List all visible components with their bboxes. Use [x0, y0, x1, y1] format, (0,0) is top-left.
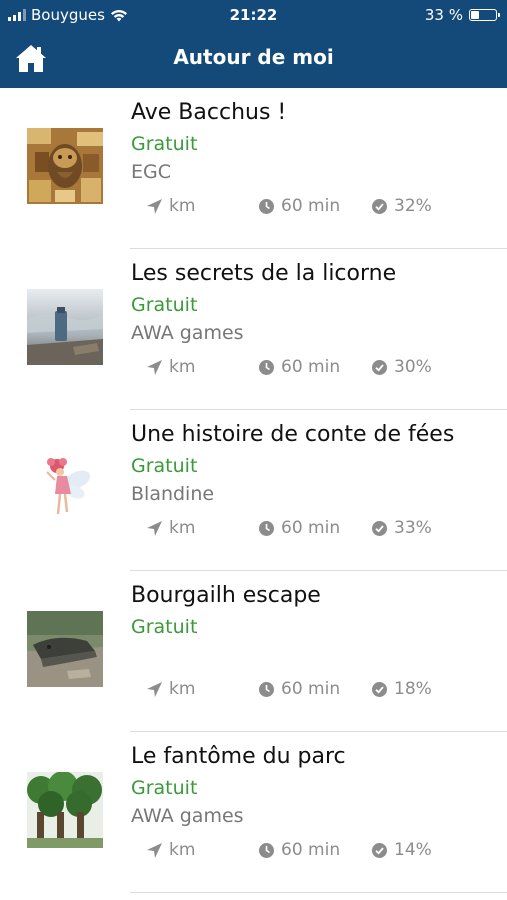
check-circle-icon [372, 520, 387, 536]
duration: 60 min [258, 357, 340, 377]
list-item[interactable]: Les secrets de la licorne Gratuit AWA ga… [0, 249, 507, 410]
game-list: Ave Bacchus ! Gratuit EGC km 60 min 32% [0, 88, 507, 893]
success-rate: 14% [371, 840, 432, 860]
distance-value: km [169, 196, 196, 216]
clock-icon [259, 520, 274, 536]
duration: 60 min [258, 679, 340, 699]
item-title: Les secrets de la licorne [131, 261, 397, 286]
thumbnail-bacchus [27, 128, 103, 204]
distance: km [146, 518, 195, 538]
duration: 60 min [258, 840, 340, 860]
duration: 60 min [258, 518, 340, 538]
thumbnail-fairy [27, 450, 103, 526]
location-arrow-icon [147, 198, 162, 214]
distance-value: km [169, 357, 196, 377]
item-author: EGC [131, 161, 171, 183]
location-arrow-icon [147, 520, 162, 536]
duration-value: 60 min [281, 357, 341, 377]
clock-icon [259, 198, 274, 214]
success-rate: 32% [371, 196, 432, 216]
distance-value: km [169, 840, 196, 860]
percent-value: 14% [394, 840, 432, 860]
item-meta: km 60 min 18% [146, 679, 507, 701]
item-price: Gratuit [131, 777, 198, 799]
item-author: AWA games [131, 805, 244, 827]
item-title: Ave Bacchus ! [131, 100, 287, 125]
percent-value: 32% [394, 196, 432, 216]
battery-group: 33 % [424, 6, 500, 24]
status-bar: Bouygues 21:22 33 % [0, 0, 507, 30]
check-circle-icon [372, 681, 387, 697]
item-author: Blandine [131, 483, 215, 505]
check-circle-icon [372, 359, 387, 375]
location-arrow-icon [147, 359, 162, 375]
percent-value: 18% [394, 679, 432, 699]
item-title: Une histoire de conte de fées [131, 422, 455, 447]
clock-icon [259, 842, 274, 858]
page-title: Autour de moi [173, 45, 334, 69]
distance: km [146, 679, 195, 699]
item-price: Gratuit [131, 616, 198, 638]
list-item[interactable]: Une histoire de conte de fées Gratuit Bl… [0, 410, 507, 571]
distance: km [146, 840, 195, 860]
location-arrow-icon [147, 842, 162, 858]
divider [130, 892, 507, 893]
check-circle-icon [372, 842, 387, 858]
duration-value: 60 min [281, 840, 341, 860]
item-meta: km 60 min 32% [146, 196, 507, 218]
thumbnail-licorne [27, 289, 103, 365]
item-title: Le fantôme du parc [131, 744, 346, 769]
item-meta: km 60 min 30% [146, 357, 507, 379]
duration-value: 60 min [281, 518, 341, 538]
thumbnail-fantome [27, 772, 103, 848]
item-meta: km 60 min 14% [146, 840, 507, 862]
battery-text: 33 % [424, 6, 463, 24]
item-author: AWA games [131, 322, 244, 344]
list-item[interactable]: Bourgailh escape Gratuit km 60 min 18% [0, 571, 507, 732]
duration-value: 60 min [281, 196, 341, 216]
item-price: Gratuit [131, 455, 198, 477]
item-title: Bourgailh escape [131, 583, 321, 608]
clock-icon [259, 359, 274, 375]
location-arrow-icon [147, 681, 162, 697]
duration: 60 min [258, 196, 340, 216]
percent-value: 30% [394, 357, 432, 377]
distance: km [146, 196, 195, 216]
success-rate: 30% [371, 357, 432, 377]
clock-icon [259, 681, 274, 697]
success-rate: 33% [371, 518, 432, 538]
check-circle-icon [372, 198, 387, 214]
item-price: Gratuit [131, 294, 198, 316]
distance-value: km [169, 679, 196, 699]
item-price: Gratuit [131, 133, 198, 155]
navigation-bar: Autour de moi [0, 30, 507, 88]
item-meta: km 60 min 33% [146, 518, 507, 540]
list-item[interactable]: Le fantôme du parc Gratuit AWA games km … [0, 732, 507, 893]
list-item[interactable]: Ave Bacchus ! Gratuit EGC km 60 min 32% [0, 88, 507, 249]
thumbnail-bourgailh [27, 611, 103, 687]
percent-value: 33% [394, 518, 432, 538]
success-rate: 18% [371, 679, 432, 699]
distance-value: km [169, 518, 196, 538]
duration-value: 60 min [281, 679, 341, 699]
battery-icon [469, 9, 500, 21]
distance: km [146, 357, 195, 377]
